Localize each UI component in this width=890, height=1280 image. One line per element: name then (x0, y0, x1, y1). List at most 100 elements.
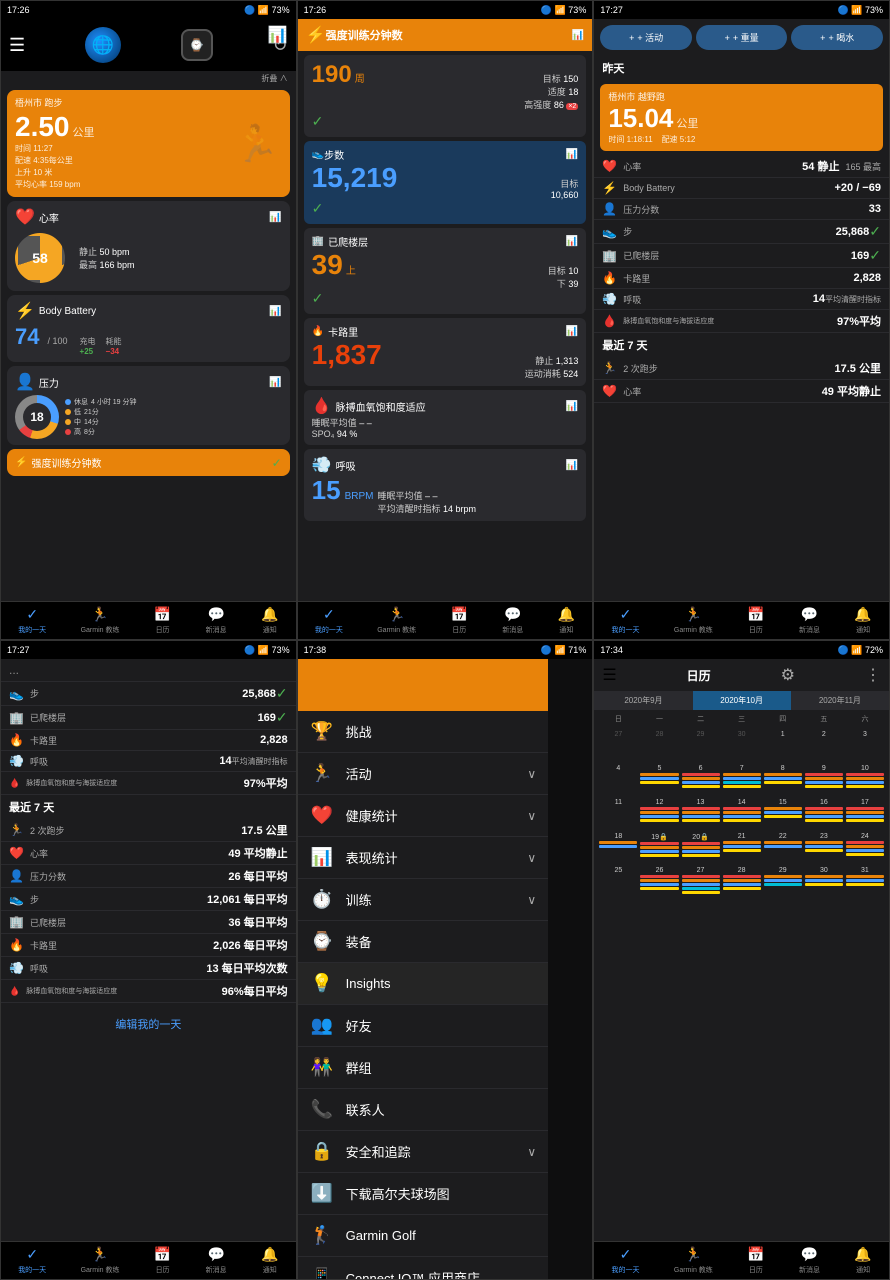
menu-friends[interactable]: 👥 好友 (298, 1005, 548, 1047)
chart-icon-steps[interactable]: 📊 (566, 149, 578, 160)
nav-p3-3[interactable]: 📅日历 (747, 606, 764, 635)
globe-icon[interactable]: 🌐 (85, 27, 121, 63)
month-oct[interactable]: 2020年10月 (693, 691, 791, 710)
day-27-sep[interactable]: 27 (598, 730, 638, 760)
chart-icon-floors[interactable]: 📊 (566, 236, 578, 247)
menu-activity[interactable]: 🏃 活动 ∨ (298, 753, 548, 795)
menu-contacts[interactable]: 📞 联系人 (298, 1089, 548, 1131)
nav-p4-3[interactable]: 📅日历 (154, 1246, 171, 1275)
day-10[interactable]: 10 (845, 764, 885, 794)
nav-notify[interactable]: 🔔 通知 (261, 606, 278, 635)
chart-icon-pressure[interactable]: 📊 (269, 377, 281, 388)
running-activity-card[interactable]: 梧州市 跑步 2.50 公里 时间 11:27 配速 4:35每公里 上升 10… (7, 90, 290, 197)
nav-p6-2[interactable]: 🏃Garmin 教练 (674, 1246, 713, 1275)
chart-icon-spo2[interactable]: 📊 (566, 401, 578, 412)
menu-golf-download[interactable]: ⬇️ 下载高尔夫球场图 (298, 1173, 548, 1215)
day-31[interactable]: 31 (845, 866, 885, 896)
nav-p6-5[interactable]: 🔔通知 (854, 1246, 871, 1275)
nav-p6-1[interactable]: ✓我的一天 (612, 1246, 640, 1275)
day-16[interactable]: 16 (804, 798, 844, 828)
day-6[interactable]: 6 (681, 764, 721, 794)
menu-connect-iq[interactable]: 📱 Connect IQ™ 应用商店 (298, 1257, 548, 1279)
menu-garmin-golf[interactable]: 🏌️ Garmin Golf (298, 1215, 548, 1257)
nav-p4-2[interactable]: 🏃Garmin 教练 (81, 1246, 120, 1275)
day-30[interactable]: 30 (804, 866, 844, 896)
nav-p3-5[interactable]: 🔔通知 (854, 606, 871, 635)
chart-icon-breathing[interactable]: 📊 (566, 460, 578, 471)
month-nov[interactable]: 2020年11月 (791, 691, 889, 710)
day-27[interactable]: 27 (681, 866, 721, 896)
day-11[interactable]: 11 (598, 798, 638, 828)
day-9[interactable]: 9 (804, 764, 844, 794)
nav-my-day-p2[interactable]: ✓ 我的一天 (315, 606, 343, 635)
heart-rate-card[interactable]: ❤️ 心率 📊 58 静止 50 bpm 最高 166 bpm (7, 201, 290, 291)
day-15[interactable]: 15 (763, 798, 803, 828)
day-22[interactable]: 22 (763, 832, 803, 862)
day-29[interactable]: 29 (763, 866, 803, 896)
day-28-sep[interactable]: 28 (639, 730, 679, 760)
nav-messages[interactable]: 💬 新消息 (206, 606, 227, 635)
edit-my-day[interactable]: 编辑我的一天 (1, 1007, 296, 1041)
day-29-sep[interactable]: 29 (681, 730, 721, 760)
nav-cal-p2[interactable]: 📅 日历 (451, 606, 468, 635)
day-25[interactable]: 25 (598, 866, 638, 896)
nav-p3-2[interactable]: 🏃Garmin 教练 (674, 606, 713, 635)
chart-icon-calories[interactable]: 📊 (566, 326, 578, 337)
nav-my-day[interactable]: ✓ 我的一天 (18, 606, 46, 635)
add-weight-btn[interactable]: + + 重量 (696, 25, 788, 50)
menu-insights[interactable]: 💡 Insights (298, 963, 548, 1005)
pressure-card[interactable]: 👤 压力 📊 18 休息 4 小时 19 分钟 低 21分 中 14分 高 8分 (7, 366, 290, 445)
day-1[interactable]: 1 (763, 730, 803, 760)
add-drink-btn[interactable]: + + 喝水 (791, 25, 883, 50)
body-battery-card[interactable]: ⚡ Body Battery 📊 74 / 100 充电 +25 耗能 −34 (7, 295, 290, 362)
intensity-section[interactable]: 190 周 目标 150 适度 18 高强度 86 ×2 ✓ (304, 55, 587, 137)
menu-equipment[interactable]: ⌚ 装备 (298, 921, 548, 963)
cal-menu-icon[interactable]: ☰ (602, 665, 616, 685)
nav-msg-p2[interactable]: 💬 新消息 (502, 606, 523, 635)
calories-section[interactable]: 🔥 卡路里 📊 1,837 静止 1,313 运动消耗 524 (304, 318, 587, 386)
day-2[interactable]: 2 (804, 730, 844, 760)
cal-filter-icon[interactable]: ⚙ (781, 665, 795, 685)
day-19[interactable]: 19🔒 (639, 832, 679, 862)
menu-performance[interactable]: 📊 表现统计 ∨ (298, 837, 548, 879)
nav-p4-4[interactable]: 💬新消息 (206, 1246, 227, 1275)
steps-section[interactable]: 👟 步数 📊 15,219 目标10,660 ✓ (304, 141, 587, 224)
menu-challenge[interactable]: 🏆 挑战 (298, 711, 548, 753)
chart-icon-battery[interactable]: 📊 (269, 306, 281, 317)
nav-calendar[interactable]: 📅 日历 (154, 606, 171, 635)
day-7[interactable]: 7 (722, 764, 762, 794)
day-5[interactable]: 5 (639, 764, 679, 794)
nav-p3-1[interactable]: ✓我的一天 (612, 606, 640, 635)
calendar-month-tabs[interactable]: 2020年9月 2020年10月 2020年11月 (594, 691, 889, 710)
day-3[interactable]: 3 (845, 730, 885, 760)
month-sep[interactable]: 2020年9月 (594, 691, 692, 710)
day-17[interactable]: 17 (845, 798, 885, 828)
day-12[interactable]: 12 (639, 798, 679, 828)
nav-garmin-p2[interactable]: 🏃 Garmin 教练 (377, 606, 416, 635)
spo2-section[interactable]: 🩸 脉搏血氧饱和度适应 📊 睡眠平均值 – – SPO₄ 94 % (304, 390, 587, 445)
day-26[interactable]: 26 (639, 866, 679, 896)
day-24[interactable]: 24 (845, 832, 885, 862)
day-4[interactable]: 4 (598, 764, 638, 794)
intensity-mini-card[interactable]: ⚡ 强度训练分钟数 ✓ (7, 449, 290, 476)
day-8[interactable]: 8 (763, 764, 803, 794)
menu-safety[interactable]: 🔒 安全和追踪 ∨ (298, 1131, 548, 1173)
breathing-section[interactable]: 💨 呼吸 📊 15 BRPM 睡眠平均值 – – 平均清醒时指标 14 brpm (304, 449, 587, 521)
day-18[interactable]: 18 (598, 832, 638, 862)
day-14[interactable]: 14 (722, 798, 762, 828)
day-23[interactable]: 23 (804, 832, 844, 862)
nav-p4-5[interactable]: 🔔通知 (261, 1246, 278, 1275)
add-activity-btn[interactable]: + + 活动 (600, 25, 692, 50)
day-30-sep[interactable]: 30 (722, 730, 762, 760)
nav-garmin[interactable]: 🏃 Garmin 教练 (81, 606, 120, 635)
yesterday-run-card[interactable]: 梧州市 越野跑 15.04 公里 时间 1:18:11 配速 5:12 (600, 84, 883, 151)
day-20[interactable]: 20🔒 (681, 832, 721, 862)
nav-p4-1[interactable]: ✓我的一天 (18, 1246, 46, 1275)
menu-training[interactable]: ⏱️ 训练 ∨ (298, 879, 548, 921)
menu-health[interactable]: ❤️ 健康统计 ∨ (298, 795, 548, 837)
folded-label[interactable]: 折叠 ∧ (1, 71, 296, 86)
chart-icon-heart[interactable]: 📊 (269, 212, 281, 223)
day-28[interactable]: 28 (722, 866, 762, 896)
day-13[interactable]: 13 (681, 798, 721, 828)
nav-p3-4[interactable]: 💬新消息 (799, 606, 820, 635)
